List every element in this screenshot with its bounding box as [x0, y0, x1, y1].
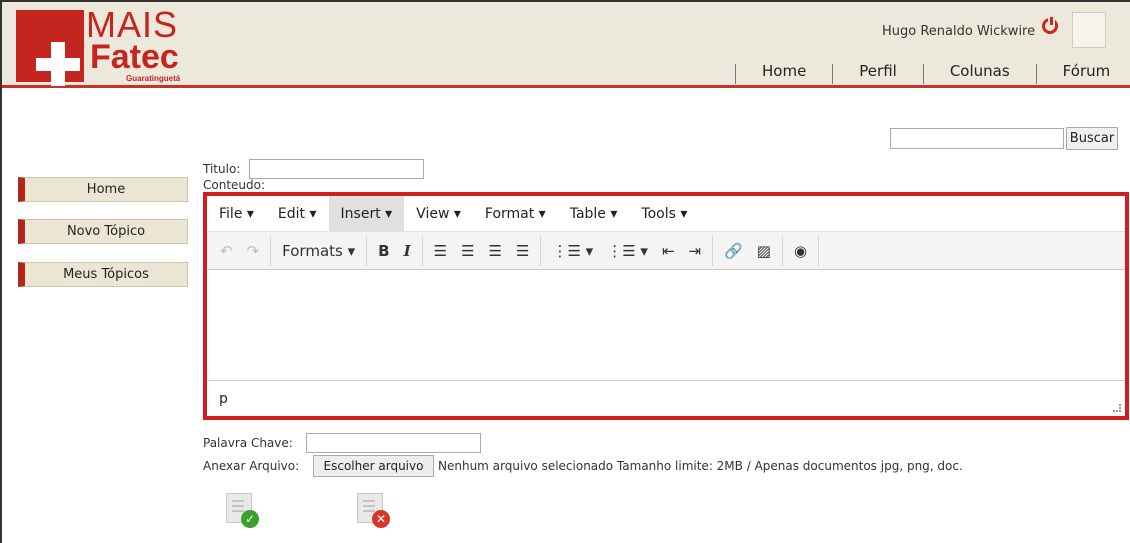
align-right-icon[interactable]: ☰ — [482, 236, 509, 266]
toolbar-separator — [540, 235, 542, 266]
nav-forum[interactable]: Fórum — [1037, 62, 1111, 84]
italic-icon[interactable]: I — [397, 236, 418, 266]
menu-table-label: Table — [569, 206, 606, 222]
submit-document-icon[interactable]: ✓ — [226, 493, 259, 528]
sidebar-item-home[interactable]: Home — [18, 177, 188, 202]
title-field[interactable] — [249, 159, 424, 179]
formats-label: Formats — [282, 241, 343, 260]
toolbar-separator — [781, 235, 783, 266]
attach-label: Anexar Arquivo: — [203, 459, 300, 473]
menu-tools[interactable]: Tools ▾ — [629, 196, 699, 232]
menu-insert-label: Insert — [340, 206, 381, 222]
editor-statusbar: p — [207, 380, 1125, 416]
doc-line — [232, 500, 244, 502]
resize-grip-icon[interactable] — [1113, 404, 1121, 412]
toolbar-separator — [366, 235, 368, 266]
align-justify-icon[interactable]: ☰ — [509, 236, 536, 266]
main-nav: Home Perfil Colunas Fórum — [735, 62, 1110, 84]
menu-insert[interactable]: Insert ▾ — [328, 196, 405, 232]
indent-icon[interactable]: ⇥ — [682, 236, 709, 266]
link-icon[interactable]: 🔗 — [717, 236, 750, 266]
menu-file-label: File — [219, 206, 243, 222]
doc-line — [363, 500, 375, 502]
nav-colunas[interactable]: Colunas — [924, 62, 1036, 84]
site-header: MAIS Fatec Guaratinguetá Hugo Renaldo Wi… — [2, 2, 1130, 88]
undo-icon[interactable]: ↶ — [213, 236, 240, 266]
bold-icon[interactable]: B — [371, 236, 396, 266]
editor-menubar: File ▾ Edit ▾ Insert ▾ View ▾ Format ▾ T… — [207, 196, 1125, 232]
menu-file[interactable]: File ▾ — [207, 196, 266, 232]
align-center-icon[interactable]: ☰ — [454, 236, 481, 266]
keyword-label: Palavra Chave: — [203, 436, 293, 450]
menu-edit[interactable]: Edit ▾ — [266, 196, 329, 232]
nav-perfil[interactable]: Perfil — [833, 62, 923, 84]
element-path[interactable]: p — [219, 391, 228, 407]
site-logo[interactable]: MAIS Fatec Guaratinguetá — [16, 4, 186, 86]
nav-home[interactable]: Home — [736, 62, 832, 84]
doc-line — [363, 505, 375, 507]
avatar[interactable] — [1072, 12, 1106, 48]
logo-fatec-text: Fatec — [90, 38, 179, 76]
editor-toolbar: ↶ ↷ Formats ▾ B I ☰ ☰ ☰ ☰ ⋮☰ ▾ ⋮☰ ▾ ⇤ ⇥ … — [207, 232, 1125, 270]
align-left-icon[interactable]: ☰ — [427, 236, 454, 266]
menu-table[interactable]: Table ▾ — [558, 196, 630, 232]
menu-view[interactable]: View ▾ — [404, 196, 473, 232]
power-icon[interactable] — [1042, 15, 1058, 34]
bullet-list-icon[interactable]: ⋮☰ ▾ — [545, 236, 600, 266]
cross-icon: ✕ — [372, 510, 390, 528]
redo-icon[interactable]: ↷ — [240, 236, 267, 266]
toolbar-separator — [421, 235, 423, 266]
menu-format[interactable]: Format ▾ — [473, 196, 558, 232]
numbered-list-icon[interactable]: ⋮☰ ▾ — [600, 236, 655, 266]
checkmark-icon: ✓ — [241, 510, 259, 528]
outdent-icon[interactable]: ⇤ — [655, 236, 682, 266]
menu-tools-label: Tools — [641, 206, 676, 222]
sidebar-item-novo-topico[interactable]: Novo Tópico — [18, 219, 188, 244]
keyword-field[interactable] — [306, 433, 481, 453]
search-button[interactable]: Buscar — [1066, 127, 1118, 150]
sidebar-item-meus-topicos[interactable]: Meus Tópicos — [18, 262, 188, 287]
choose-file-button[interactable]: Escolher arquivo — [313, 455, 434, 477]
toolbar-separator — [818, 235, 820, 266]
toolbar-separator — [712, 235, 714, 266]
menu-edit-label: Edit — [277, 206, 306, 222]
user-name: Hugo Renaldo Wickwire — [882, 24, 1036, 39]
rich-text-editor: File ▾ Edit ▾ Insert ▾ View ▾ Format ▾ T… — [203, 192, 1129, 420]
file-status-text: Nenhum arquivo selecionado Tamanho limit… — [438, 459, 963, 473]
doc-line — [232, 510, 244, 512]
search-input[interactable] — [890, 128, 1064, 149]
menu-format-label: Format — [484, 206, 535, 222]
toolbar-separator — [270, 235, 272, 266]
menu-view-label: View — [416, 206, 450, 222]
logo-cross-horizontal — [36, 58, 80, 71]
image-icon[interactable]: ▨ — [750, 236, 778, 266]
formats-dropdown[interactable]: Formats ▾ — [275, 236, 362, 266]
preview-icon[interactable]: ◉ — [787, 236, 814, 266]
cancel-document-icon[interactable]: ✕ — [357, 493, 390, 528]
editor-content-area[interactable] — [207, 271, 1125, 379]
doc-line — [363, 510, 375, 512]
logo-red-block — [16, 10, 84, 82]
logo-city-text: Guaratinguetá — [126, 74, 181, 83]
title-label: Titulo: — [203, 162, 241, 176]
doc-line — [232, 505, 244, 507]
content-label: Conteudo: — [203, 178, 266, 192]
